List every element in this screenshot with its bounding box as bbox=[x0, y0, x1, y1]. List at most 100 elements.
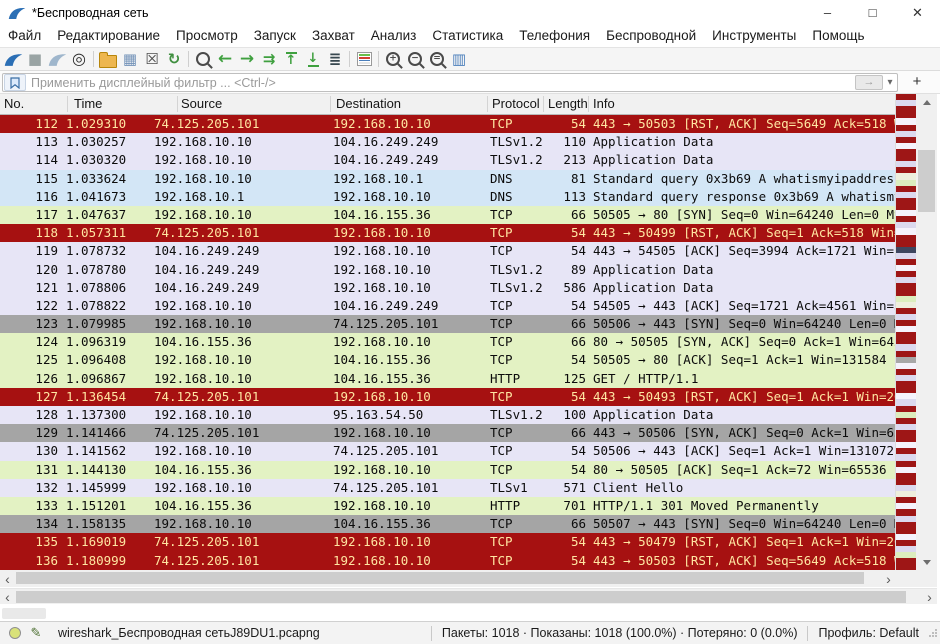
packet-row[interactable]: 1281.137300192.168.10.1095.163.54.50TLSv… bbox=[0, 406, 896, 424]
filter-add-button[interactable]: + bbox=[906, 73, 928, 90]
packet-row[interactable]: 1201.078780104.16.249.249192.168.10.10TL… bbox=[0, 261, 896, 279]
packet-row[interactable]: 1141.030320192.168.10.10104.16.249.249TL… bbox=[0, 151, 896, 169]
capture-comment-icon[interactable]: ✎ bbox=[26, 625, 46, 642]
packet-map-scrollbar[interactable] bbox=[895, 94, 916, 570]
restart-capture-icon[interactable] bbox=[46, 49, 68, 69]
column-header-protocol[interactable]: Protocol bbox=[492, 94, 540, 114]
column-header-destination[interactable]: Destination bbox=[336, 94, 401, 114]
packet-row[interactable]: 1261.096867192.168.10.10104.16.155.36HTT… bbox=[0, 370, 896, 388]
column-separator[interactable] bbox=[588, 96, 589, 112]
column-separator[interactable] bbox=[543, 96, 544, 112]
filter-dropdown-caret[interactable]: ▾ bbox=[883, 77, 897, 88]
packet-list-hscrollbar[interactable]: ‹ › bbox=[0, 570, 896, 587]
packet-row[interactable]: 1121.02931074.125.205.101192.168.10.10TC… bbox=[0, 115, 896, 133]
scroll-left-arrow[interactable]: ‹ bbox=[0, 589, 15, 604]
packet-cell-time: 1.096867 bbox=[66, 370, 152, 388]
packet-row[interactable]: 1151.033624192.168.10.10192.168.10.1DNS8… bbox=[0, 170, 896, 188]
packet-row[interactable]: 1331.151201104.16.155.36192.168.10.10HTT… bbox=[0, 497, 896, 515]
menu-item-go[interactable]: Запуск bbox=[246, 25, 304, 47]
packet-cell-time: 1.141466 bbox=[66, 424, 152, 442]
colorize-packets-icon[interactable] bbox=[353, 49, 375, 69]
hscrollbar-thumb[interactable] bbox=[16, 572, 864, 584]
packet-row[interactable]: 1341.158135192.168.10.10104.16.155.36TCP… bbox=[0, 515, 896, 533]
scroll-up-arrow[interactable] bbox=[916, 94, 937, 110]
scroll-right-arrow[interactable]: › bbox=[922, 589, 937, 604]
close-file-icon[interactable]: ☒ bbox=[141, 49, 163, 69]
packet-cell-dst: 104.16.249.249 bbox=[333, 151, 487, 169]
scroll-down-arrow[interactable] bbox=[916, 554, 937, 570]
vertical-scrollbar[interactable] bbox=[916, 94, 937, 570]
scroll-right-arrow[interactable]: › bbox=[881, 570, 896, 587]
column-header-no[interactable]: No. bbox=[4, 94, 24, 114]
menu-item-help[interactable]: Помощь bbox=[804, 25, 872, 47]
packet-row[interactable]: 1251.096408192.168.10.10104.16.155.36TCP… bbox=[0, 351, 896, 369]
go-forward-icon[interactable]: → bbox=[236, 49, 258, 69]
go-to-packet-icon[interactable]: ⇉ bbox=[258, 49, 280, 69]
zoom-in-icon[interactable]: + bbox=[382, 49, 404, 69]
column-separator[interactable] bbox=[330, 96, 331, 112]
scroll-left-arrow[interactable]: ‹ bbox=[0, 570, 15, 587]
open-file-icon[interactable] bbox=[97, 49, 119, 69]
packet-row[interactable]: 1211.078806104.16.249.249192.168.10.10TL… bbox=[0, 279, 896, 297]
column-separator[interactable] bbox=[67, 96, 68, 112]
auto-scroll-icon[interactable]: ≣ bbox=[324, 49, 346, 69]
packet-row[interactable]: 1241.096319104.16.155.36192.168.10.10TCP… bbox=[0, 333, 896, 351]
column-separator[interactable] bbox=[177, 96, 178, 112]
go-last-packet-icon[interactable]: ↓ bbox=[302, 49, 324, 69]
column-header-length[interactable]: Length bbox=[548, 94, 588, 114]
packet-row[interactable]: 1301.141562192.168.10.1074.125.205.101TC… bbox=[0, 442, 896, 460]
packet-row[interactable]: 1311.144130104.16.155.36192.168.10.10TCP… bbox=[0, 461, 896, 479]
packet-cell-info: Standard query 0x3b69 A whatismyipaddres… bbox=[593, 170, 895, 188]
packet-row[interactable]: 1321.145999192.168.10.1074.125.205.101TL… bbox=[0, 479, 896, 497]
packet-row[interactable]: 1191.078732104.16.249.249192.168.10.10TC… bbox=[0, 242, 896, 260]
start-capture-icon[interactable] bbox=[2, 49, 24, 69]
zoom-out-icon[interactable]: − bbox=[404, 49, 426, 69]
menu-item-file[interactable]: Файл bbox=[0, 25, 49, 47]
resize-grip[interactable] bbox=[929, 629, 937, 637]
column-header-info[interactable]: Info bbox=[593, 94, 615, 114]
save-file-icon[interactable]: ▦ bbox=[119, 49, 141, 69]
vertical-scrollbar-thumb[interactable] bbox=[918, 150, 935, 212]
column-separator[interactable] bbox=[487, 96, 488, 112]
column-header-source[interactable]: Source bbox=[181, 94, 222, 114]
hscrollbar-thumb[interactable] bbox=[16, 591, 906, 603]
detail-pane-hscrollbar[interactable]: ‹ › bbox=[0, 588, 937, 604]
maximize-button[interactable]: □ bbox=[850, 0, 895, 25]
profile-label[interactable]: Профиль: Default bbox=[807, 626, 929, 641]
menu-item-analyze[interactable]: Анализ bbox=[363, 25, 425, 47]
expert-info-button[interactable] bbox=[4, 625, 26, 642]
packet-row[interactable]: 1351.16901974.125.205.101192.168.10.10TC… bbox=[0, 533, 896, 551]
packet-row[interactable]: 1181.05731174.125.205.101192.168.10.10TC… bbox=[0, 224, 896, 242]
packet-row[interactable]: 1131.030257192.168.10.10104.16.249.249TL… bbox=[0, 133, 896, 151]
packet-row[interactable]: 1171.047637192.168.10.10104.16.155.36TCP… bbox=[0, 206, 896, 224]
menu-item-telephony[interactable]: Телефония bbox=[511, 25, 598, 47]
go-first-packet-icon[interactable]: ↑ bbox=[280, 49, 302, 69]
menu-item-capture[interactable]: Захват bbox=[304, 25, 363, 47]
menu-item-view[interactable]: Просмотр bbox=[168, 25, 246, 47]
packet-row[interactable]: 1361.18099974.125.205.101192.168.10.10TC… bbox=[0, 552, 896, 570]
menu-item-tools[interactable]: Инструменты bbox=[704, 25, 804, 47]
capture-options-icon[interactable]: ◎ bbox=[68, 49, 90, 69]
packet-row[interactable]: 1271.13645474.125.205.101192.168.10.10TC… bbox=[0, 388, 896, 406]
menu-item-wireless[interactable]: Беспроводной bbox=[598, 25, 704, 47]
resize-columns-icon[interactable]: ▥ bbox=[448, 49, 470, 69]
packet-row[interactable]: 1231.079985192.168.10.1074.125.205.101TC… bbox=[0, 315, 896, 333]
find-packet-icon[interactable] bbox=[192, 49, 214, 69]
stop-capture-icon[interactable]: ■ bbox=[24, 49, 46, 69]
zoom-normal-icon[interactable]: = bbox=[426, 49, 448, 69]
display-filter-input[interactable]: Применить дисплейный фильтр ... <Ctrl-/>… bbox=[2, 73, 898, 92]
menu-item-edit[interactable]: Редактирование bbox=[49, 25, 168, 47]
reload-file-icon[interactable]: ↻ bbox=[163, 49, 185, 69]
packet-cell-info: Application Data bbox=[593, 279, 895, 297]
minimize-button[interactable]: – bbox=[805, 0, 850, 25]
packet-row[interactable]: 1291.14146674.125.205.101192.168.10.10TC… bbox=[0, 424, 896, 442]
packet-row[interactable]: 1161.041673192.168.10.1192.168.10.10DNS1… bbox=[0, 188, 896, 206]
packet-cell-dst: 192.168.10.10 bbox=[333, 388, 487, 406]
column-header-time[interactable]: Time bbox=[74, 94, 102, 114]
filter-apply-button[interactable]: → bbox=[855, 75, 883, 90]
menu-item-statistics[interactable]: Статистика bbox=[424, 25, 511, 47]
close-button[interactable]: ✕ bbox=[895, 0, 940, 25]
packet-row[interactable]: 1221.078822192.168.10.10104.16.249.249TC… bbox=[0, 297, 896, 315]
filter-bookmark-button[interactable] bbox=[4, 74, 26, 91]
go-back-icon[interactable]: ← bbox=[214, 49, 236, 69]
